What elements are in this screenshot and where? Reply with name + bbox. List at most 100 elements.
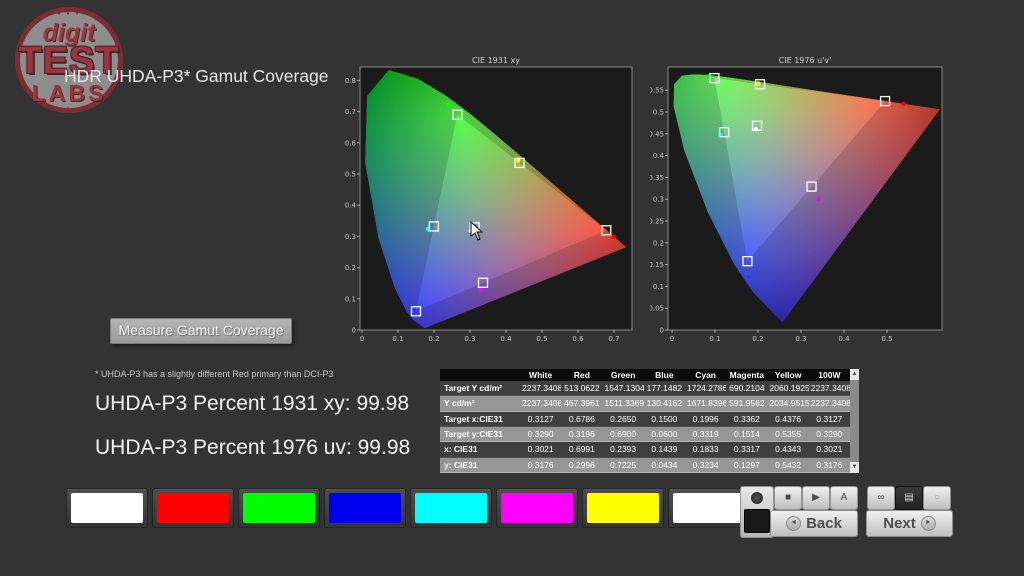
swatch-button-cyan[interactable] <box>410 488 492 528</box>
svg-text:0.2: 0.2 <box>752 335 763 343</box>
col-header: Red <box>561 369 602 381</box>
svg-text:0.45: 0.45 <box>650 130 664 138</box>
scroll-down-icon[interactable]: ▼ <box>850 462 859 473</box>
row-label: Y cd/m² <box>440 396 520 411</box>
cell-value: 2060.1925 <box>768 381 809 396</box>
svg-text:0.3: 0.3 <box>464 335 475 343</box>
row-label: Target x:CIE31 <box>440 411 520 426</box>
row-label: Target y:CIE31 <box>440 426 520 441</box>
measured-point-blue <box>746 275 750 279</box>
cell-value: 0.5355 <box>768 426 809 441</box>
table-row: Target Y cd/m²2237.3408513.06221547.1304… <box>440 381 850 396</box>
col-header: Green <box>603 369 644 381</box>
measured-point-magenta <box>816 197 820 201</box>
digit-test-labs-logo: • • • • • digit TEST LABS • • • • • <box>10 2 128 118</box>
cell-value: 0.3290 <box>809 426 850 441</box>
cell-value: 0.3127 <box>520 411 561 426</box>
cell-value: 0.7225 <box>603 457 644 472</box>
cell-value: 0.3290 <box>520 426 561 441</box>
swatch-button-white[interactable] <box>66 488 148 528</box>
svg-text:0.6: 0.6 <box>572 335 584 343</box>
cell-value: 0.0600 <box>644 426 685 441</box>
stop-icon: ■ <box>785 492 791 503</box>
logo-dots-bottom: • • • • • <box>10 104 128 113</box>
cell-value: 177.1482 <box>644 381 685 396</box>
cell-value: 130.4162 <box>644 396 685 411</box>
swatch-button-yellow[interactable] <box>582 488 664 528</box>
back-button[interactable]: ◄ Back <box>770 510 858 537</box>
cell-value: 0.3021 <box>809 442 850 457</box>
cell-value: 513.0622 <box>561 381 602 396</box>
svg-text:0.4: 0.4 <box>653 152 665 160</box>
gamut-table-header: WhiteRedGreenBlueCyanMagentaYellow100W <box>440 369 850 381</box>
svg-text:0.6: 0.6 <box>345 139 357 147</box>
swatch-chip-cyan <box>415 493 487 523</box>
measured-point-blue <box>412 314 416 318</box>
swatch-chip-red <box>157 493 229 523</box>
table-row: x: CIE310.30210.69910.23930.14390.18330.… <box>440 442 850 457</box>
svg-text:0.5: 0.5 <box>536 335 547 343</box>
swatch-chip-yellow <box>587 493 659 523</box>
cell-value: 467.3961 <box>561 396 602 411</box>
col-header: Yellow <box>768 369 809 381</box>
cell-value: 0.1297 <box>726 457 767 472</box>
table-row: Target x:CIE310.31270.67860.26500.15000.… <box>440 411 850 426</box>
svg-text:0.4: 0.4 <box>500 335 512 343</box>
auto-button[interactable]: A <box>830 486 858 510</box>
cell-value: 0.0434 <box>644 457 685 472</box>
next-arrow-icon: ► <box>921 516 936 531</box>
svg-text:0.1: 0.1 <box>345 295 356 303</box>
table-scrollbar[interactable]: ▲ ▼ <box>850 369 859 473</box>
gamut-table: WhiteRedGreenBlueCyanMagentaYellow100W T… <box>440 369 850 473</box>
col-header: Cyan <box>685 369 726 381</box>
svg-text:0.4: 0.4 <box>838 335 850 343</box>
svg-text:0.25: 0.25 <box>650 218 664 226</box>
measured-point-magenta <box>479 287 483 291</box>
measure-gamut-coverage-button[interactable]: Measure Gamut Coverage <box>110 318 292 344</box>
svg-text:0: 0 <box>352 327 356 335</box>
swatch-button-red[interactable] <box>152 488 234 528</box>
stop-button[interactable]: ■ <box>774 486 802 510</box>
cell-value: 0.1439 <box>644 442 685 457</box>
col-header: Blue <box>644 369 685 381</box>
cell-value: 0.2650 <box>603 411 644 426</box>
cell-value: 1511.3369 <box>603 396 644 411</box>
swatch-chip-magenta <box>501 493 573 523</box>
loop-button[interactable]: ∞ <box>867 486 895 510</box>
calibration-app-window: • • • • • digit TEST LABS • • • • • HDR … <box>0 0 1024 576</box>
cell-value: 0.6991 <box>561 442 602 457</box>
row-label: y: CIE31 <box>440 457 520 472</box>
gamut-table-body: Target Y cd/m²2237.3408513.06221547.1304… <box>440 381 850 473</box>
swatch-button-white-2[interactable] <box>668 488 750 528</box>
percent-1976-result: UHDA-P3 Percent 1976 uv: 99.98 <box>95 436 410 460</box>
cell-value: 0.1996 <box>685 411 726 426</box>
swatch-button-blue[interactable] <box>324 488 406 528</box>
swatch-button-magenta[interactable] <box>496 488 578 528</box>
play-button[interactable]: ▶ <box>802 486 830 510</box>
svg-text:0.1: 0.1 <box>653 283 664 291</box>
svg-text:0.5: 0.5 <box>881 335 892 343</box>
cell-value: 690.2104 <box>726 381 767 396</box>
scroll-up-icon[interactable]: ▲ <box>850 369 859 380</box>
table-row: Y cd/m²2237.3408467.39611511.3369130.416… <box>440 396 850 411</box>
cell-value: 2237.3408 <box>809 381 850 396</box>
next-button[interactable]: Next ► <box>866 510 953 537</box>
cell-value: 0.3127 <box>809 411 850 426</box>
next-button-label: Next <box>883 515 916 532</box>
extra-round-button[interactable]: ○ <box>923 486 951 510</box>
cell-value: 0.3319 <box>685 426 726 441</box>
pattern-mode-button[interactable]: ▤ <box>895 486 923 510</box>
svg-text:0.35: 0.35 <box>650 174 664 182</box>
pattern-window-button[interactable] <box>740 486 774 538</box>
svg-text:0.1: 0.1 <box>392 335 403 343</box>
cell-value: 2237.3408 <box>520 396 561 411</box>
svg-text:0: 0 <box>670 335 674 343</box>
swatch-button-green[interactable] <box>238 488 320 528</box>
measured-point-red <box>901 102 905 106</box>
cell-value: 2237.3408 <box>520 381 561 396</box>
cell-value: 1547.1304 <box>603 381 644 396</box>
svg-text:0.2: 0.2 <box>653 239 664 247</box>
play-icon: ▶ <box>812 492 820 503</box>
pattern-icon: ▤ <box>904 492 913 503</box>
cell-value: 0.2996 <box>561 457 602 472</box>
